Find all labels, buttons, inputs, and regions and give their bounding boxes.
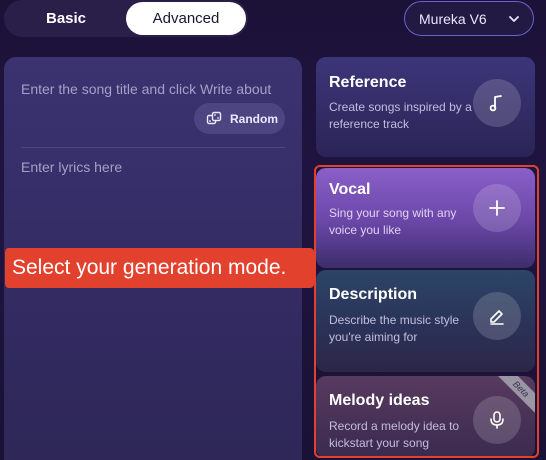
model-select[interactable]: Mureka V6: [404, 1, 534, 36]
lyrics-input[interactable]: Enter lyrics here: [21, 159, 122, 175]
description-card-title: Description: [329, 286, 418, 303]
vocal-card[interactable]: Vocal Sing your song with any voice you …: [316, 168, 535, 268]
random-button-label: Random: [230, 111, 278, 126]
tooltip: Select your generation mode.: [5, 248, 314, 288]
tooltip-text: Select your generation mode.: [12, 256, 287, 279]
melody-ideas-card-desc: Record a melody idea to kickstart your s…: [329, 419, 460, 450]
reference-card-title: Reference: [329, 74, 407, 91]
plus-icon: [473, 184, 521, 232]
music-note-icon: [473, 79, 521, 127]
divider: [21, 147, 285, 148]
song-title-input[interactable]: Enter the song title and click Write abo…: [21, 81, 289, 97]
random-button[interactable]: Random: [194, 103, 285, 134]
mode-toggle: Basic Advanced: [4, 0, 248, 37]
melody-ideas-card[interactable]: Melody ideas Record a melody idea to kic…: [316, 376, 535, 458]
melody-ideas-card-title: Melody ideas: [329, 392, 430, 409]
vocal-card-desc: Sing your song with any voice you like: [329, 206, 457, 237]
dice-icon: [206, 111, 222, 124]
advanced-mode-button[interactable]: Advanced: [126, 2, 246, 35]
reference-card[interactable]: Reference Create songs inspired by a ref…: [316, 57, 535, 157]
microphone-icon: [473, 396, 521, 444]
basic-mode-button[interactable]: Basic: [6, 2, 126, 35]
pen-icon: [473, 292, 521, 340]
vocal-card-title: Vocal: [329, 181, 371, 198]
reference-card-desc: Create songs inspired by a reference tra…: [329, 100, 472, 131]
description-card[interactable]: Description Describe the music style you…: [316, 270, 535, 372]
description-card-desc: Describe the music style you're aiming f…: [329, 313, 460, 344]
chevron-down-icon: [509, 16, 519, 22]
model-select-value: Mureka V6: [419, 10, 487, 27]
